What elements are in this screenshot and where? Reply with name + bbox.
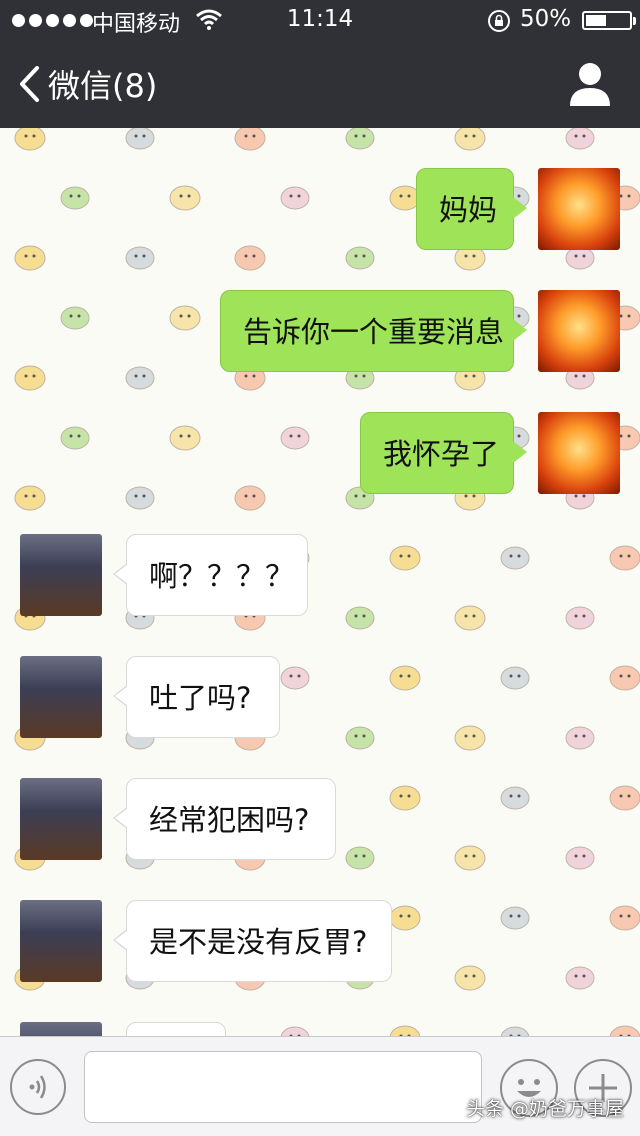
battery-percent: 50% <box>520 6 572 32</box>
contact-avatar[interactable] <box>20 534 102 616</box>
wallpaper-doodle <box>169 185 201 211</box>
contact-avatar[interactable] <box>20 778 102 860</box>
wallpaper-doodle <box>389 545 421 571</box>
top-bar: 中国移动 11:14 50% 微信(8) <box>0 0 640 128</box>
message-bubble[interactable]: 我怀孕了 <box>360 412 527 494</box>
wallpaper-doodle <box>389 1025 421 1036</box>
wallpaper-doodle <box>500 786 530 810</box>
wallpaper-doodle <box>500 666 530 690</box>
voice-icon <box>29 1075 46 1099</box>
wallpaper-doodle <box>454 725 486 751</box>
wallpaper-doodle <box>565 726 595 750</box>
person-icon <box>570 63 610 106</box>
wallpaper-doodle <box>389 785 421 811</box>
wallpaper-doodle <box>14 365 46 391</box>
battery-icon <box>582 11 636 30</box>
message-bubble[interactable]: 告诉你一个重要消息 <box>220 290 527 372</box>
wallpaper-doodle <box>565 246 595 270</box>
wallpaper-doodle <box>14 128 46 151</box>
wallpaper-doodle <box>565 606 595 630</box>
profile-button[interactable] <box>568 60 612 108</box>
message-bubble[interactable]: 吐了吗? <box>113 656 280 738</box>
wallpaper-doodle <box>389 665 421 691</box>
watermark: 头条 @奶爸万事屋 <box>465 1098 624 1120</box>
chevron-left-icon <box>20 66 39 102</box>
nav-bar: 微信(8) <box>0 40 640 128</box>
wallpaper-doodle <box>500 546 530 570</box>
voice-button[interactable] <box>10 1059 66 1115</box>
contact-avatar[interactable] <box>20 900 102 982</box>
wallpaper-doodle <box>609 905 640 931</box>
wallpaper-doodle <box>169 425 201 451</box>
wallpaper-doodle <box>14 245 46 271</box>
wallpaper-doodle <box>125 486 155 510</box>
wallpaper-doodle <box>234 485 266 511</box>
contact-avatar[interactable] <box>20 1022 102 1036</box>
message-bubble[interactable]: 啊？？？？ <box>113 534 308 616</box>
wallpaper-doodle <box>500 906 530 930</box>
status-bar: 中国移动 11:14 50% <box>0 0 640 40</box>
wallpaper-doodle <box>609 1025 640 1036</box>
wallpaper-doodle <box>454 128 486 151</box>
wallpaper-doodle <box>345 726 375 750</box>
message-bubble[interactable]: 经常犯困吗? <box>113 778 336 860</box>
contact-avatar[interactable] <box>20 656 102 738</box>
input-bar <box>0 1036 640 1136</box>
wallpaper-doodle <box>345 128 375 150</box>
wallpaper-doodle <box>500 1026 530 1036</box>
self-avatar[interactable] <box>538 290 620 372</box>
wallpaper-doodle <box>234 245 266 271</box>
wallpaper-doodle <box>565 966 595 990</box>
back-button[interactable]: 微信(8) <box>18 60 157 108</box>
wallpaper-doodle <box>125 246 155 270</box>
wallpaper-doodle <box>125 366 155 390</box>
rotation-lock-icon <box>488 10 510 32</box>
wallpaper-doodle <box>60 186 90 210</box>
wallpaper-doodle <box>609 665 640 691</box>
back-label: 微信(8) <box>48 67 158 105</box>
wallpaper-doodle <box>389 905 421 931</box>
wallpaper-doodle <box>280 426 310 450</box>
message-bubble[interactable]: 妈妈 <box>416 168 527 250</box>
chat-area[interactable]: 妈妈 告诉你一个重要消息 我怀孕了 啊？？？？ 吐了吗? 经常犯困吗? 是不是没… <box>0 128 640 1036</box>
wallpaper-doodle <box>345 606 375 630</box>
self-avatar[interactable] <box>538 168 620 250</box>
wallpaper-doodle <box>280 666 310 690</box>
wallpaper-doodle <box>609 545 640 571</box>
wallpaper-doodle <box>345 846 375 870</box>
wallpaper-doodle <box>454 965 486 991</box>
wallpaper-doodle <box>565 846 595 870</box>
wallpaper-doodle <box>609 785 640 811</box>
wallpaper-doodle <box>60 306 90 330</box>
wallpaper-doodle <box>454 845 486 871</box>
self-avatar[interactable] <box>538 412 620 494</box>
message-bubble-partial[interactable] <box>126 1022 226 1036</box>
wallpaper-doodle <box>454 605 486 631</box>
wallpaper-doodle <box>234 128 266 151</box>
wallpaper-doodle <box>280 186 310 210</box>
wallpaper-doodle <box>60 426 90 450</box>
message-bubble[interactable]: 是不是没有反胃? <box>113 900 392 982</box>
message-input[interactable] <box>84 1051 482 1123</box>
wallpaper-doodle <box>169 305 201 331</box>
wallpaper-doodle <box>345 246 375 270</box>
wallpaper-doodle <box>125 128 155 150</box>
wallpaper-doodle <box>280 1026 310 1036</box>
wallpaper-doodle <box>565 128 595 150</box>
wallpaper-doodle <box>14 485 46 511</box>
